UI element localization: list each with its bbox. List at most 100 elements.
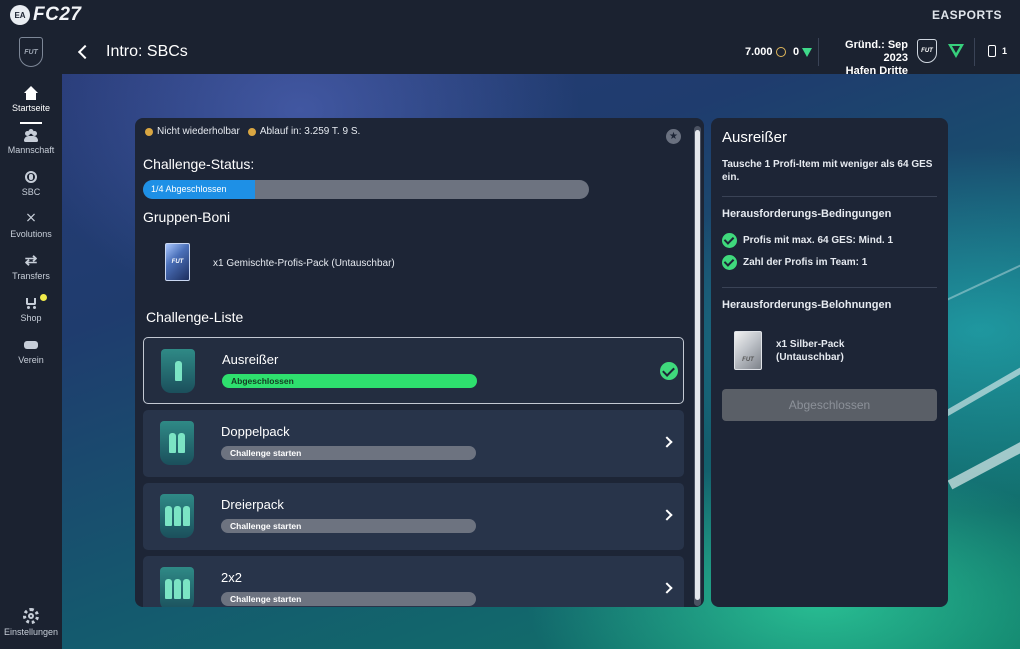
points-balance: 0 bbox=[793, 46, 813, 58]
progress-label: 1/4 Abgeschlossen bbox=[151, 184, 227, 194]
club-badge-icon[interactable]: FUT bbox=[917, 39, 937, 63]
header-divider bbox=[818, 38, 819, 66]
sidebar-item-label: SBC bbox=[21, 187, 41, 197]
condition-item: Profis mit max. 64 GES: Mind. 1 bbox=[722, 233, 893, 248]
detail-description: Tausche 1 Profi-Item mit weniger als 64 … bbox=[722, 159, 933, 183]
repeat-icon bbox=[145, 127, 153, 136]
settings-button[interactable]: Einstellungen bbox=[0, 608, 62, 637]
sidebar-item-label: Transfers bbox=[12, 271, 50, 281]
sidebar-item-sbc[interactable]: SBC bbox=[0, 170, 62, 210]
club-icon bbox=[24, 338, 38, 352]
check-icon bbox=[722, 255, 737, 270]
phone-icon bbox=[988, 45, 996, 57]
group-reward-label: x1 Gemischte-Profis-Pack (Untauschbar) bbox=[213, 258, 395, 269]
back-button[interactable] bbox=[74, 41, 94, 63]
chevron-right-icon bbox=[661, 509, 673, 521]
challenge-detail-panel: Ausreißer Tausche 1 Profi-Item mit wenig… bbox=[711, 118, 948, 607]
shop-notification-dot bbox=[40, 294, 47, 301]
completed-button: Abgeschlossen bbox=[722, 389, 937, 421]
sbc-icon bbox=[24, 170, 38, 184]
shop-icon bbox=[24, 296, 38, 310]
completed-check-icon bbox=[660, 362, 678, 380]
group-bonus-title: Gruppen-Boni bbox=[143, 209, 231, 225]
challenge-badge-icon bbox=[160, 567, 194, 607]
conditions-title: Herausforderungs-Bedingungen bbox=[722, 208, 892, 220]
challenge-name: Dreierpack bbox=[221, 497, 284, 512]
challenge-status-bar: Abgeschlossen bbox=[222, 374, 477, 388]
evolutions-icon bbox=[24, 209, 38, 226]
notification-count: 1 bbox=[1002, 46, 1008, 56]
silver-pack-icon: FUT bbox=[734, 331, 762, 370]
fc-points-icon bbox=[802, 47, 813, 57]
divider bbox=[722, 287, 937, 288]
clock-icon bbox=[247, 127, 256, 136]
chevron-right-icon bbox=[661, 436, 673, 448]
challenge-item-ausreisser[interactable]: Ausreißer Abgeschlossen bbox=[143, 337, 684, 404]
rewards-title: Herausforderungs-Belohnungen bbox=[722, 299, 892, 311]
fut-crest-icon: FUT bbox=[19, 37, 43, 67]
challenge-badge-icon bbox=[161, 349, 195, 393]
ea-sports-logo: EASPORTS bbox=[931, 8, 1002, 22]
sidebar-item-label: Verein bbox=[18, 355, 44, 365]
condition-label: Zahl der Profis im Team: 1 bbox=[743, 257, 868, 268]
challenge-badge-icon bbox=[160, 494, 194, 538]
transfers-icon bbox=[24, 251, 38, 269]
sidebar-item-label: Shop bbox=[20, 313, 42, 323]
coin-icon bbox=[775, 47, 786, 57]
club-info[interactable]: Gründ.: Sep 2023 Hafen Dritte bbox=[824, 39, 908, 78]
sbc-group-panel: Nicht wiederholbar Ablauf in: 3.259 T. 9… bbox=[135, 118, 704, 607]
scrollbar[interactable] bbox=[694, 126, 701, 606]
challenge-list-title: Challenge-Liste bbox=[146, 309, 244, 325]
club-name: Hafen Dritte bbox=[845, 65, 908, 77]
sidebar-item-evolutions[interactable]: Evolutions bbox=[0, 209, 62, 252]
not-repeatable-label: Nicht wiederholbar bbox=[157, 126, 240, 137]
challenge-status-bar: Challenge starten bbox=[221, 446, 476, 460]
sidebar-item-mannschaft[interactable]: Mannschaft bbox=[0, 128, 62, 168]
ea-logo: EA bbox=[10, 5, 30, 25]
challenge-status-bar: Challenge starten bbox=[221, 592, 476, 606]
top-bar: EA FC27 EASPORTS bbox=[0, 0, 1020, 30]
detail-title: Ausreißer bbox=[722, 129, 788, 146]
mixed-players-pack-icon: FUT bbox=[165, 243, 190, 281]
sidebar-item-label: Evolutions bbox=[10, 229, 52, 239]
header-bar: Intro: SBCs 7.000 0 Gründ.: Sep 2023 Haf… bbox=[62, 30, 1020, 77]
challenge-item-doppelpack[interactable]: Doppelpack Challenge starten bbox=[143, 410, 684, 477]
check-icon bbox=[722, 233, 737, 248]
coins-value: 7.000 bbox=[745, 46, 773, 58]
sidebar-item-startseite[interactable]: Startseite bbox=[0, 86, 62, 126]
sidebar: FUT Startseite Mannschaft SBC Evolutions… bbox=[0, 30, 62, 649]
sidebar-item-label: Mannschaft bbox=[7, 145, 55, 155]
challenge-item-dreierpack[interactable]: Dreierpack Challenge starten bbox=[143, 483, 684, 550]
points-value: 0 bbox=[793, 46, 800, 58]
header-divider bbox=[974, 38, 975, 66]
challenge-status-title: Challenge-Status: bbox=[143, 156, 255, 172]
team-icon bbox=[24, 128, 38, 142]
sidebar-item-label: Startseite bbox=[11, 103, 51, 113]
coins-balance: 7.000 bbox=[745, 46, 786, 58]
favorite-star-icon[interactable]: ★ bbox=[666, 129, 681, 144]
sbc-meta: Nicht wiederholbar Ablauf in: 3.259 T. 9… bbox=[145, 126, 360, 137]
gear-icon bbox=[23, 608, 39, 624]
challenge-badge-icon bbox=[160, 421, 194, 465]
challenge-name: Ausreißer bbox=[222, 352, 279, 367]
challenge-name: Doppelpack bbox=[221, 424, 290, 439]
home-icon bbox=[24, 86, 38, 100]
rank-icon bbox=[948, 44, 964, 58]
expiry-label: Ablauf in: 3.259 T. 9 S. bbox=[259, 126, 361, 137]
condition-label: Profis mit max. 64 GES: Mind. 1 bbox=[743, 235, 894, 246]
reward-label: x1 Silber-Pack (Untauschbar) bbox=[776, 339, 845, 363]
page-title: Intro: SBCs bbox=[106, 43, 188, 60]
condition-item: Zahl der Profis im Team: 1 bbox=[722, 255, 867, 270]
chevron-right-icon bbox=[661, 582, 673, 594]
challenge-item-2x2[interactable]: 2x2 Challenge starten bbox=[143, 556, 684, 607]
sidebar-item-verein[interactable]: Verein bbox=[0, 338, 62, 378]
challenge-progress-bar: 1/4 Abgeschlossen bbox=[143, 180, 589, 199]
scrollbar-thumb[interactable] bbox=[695, 130, 700, 600]
sidebar-item-transfers[interactable]: Transfers bbox=[0, 251, 62, 294]
divider bbox=[722, 196, 937, 197]
notifications-button[interactable]: 1 bbox=[988, 45, 1007, 57]
settings-label: Einstellungen bbox=[3, 627, 59, 637]
game-title: FC27 bbox=[33, 4, 82, 25]
challenge-name: 2x2 bbox=[221, 570, 242, 585]
sidebar-item-shop[interactable]: Shop bbox=[0, 294, 62, 336]
